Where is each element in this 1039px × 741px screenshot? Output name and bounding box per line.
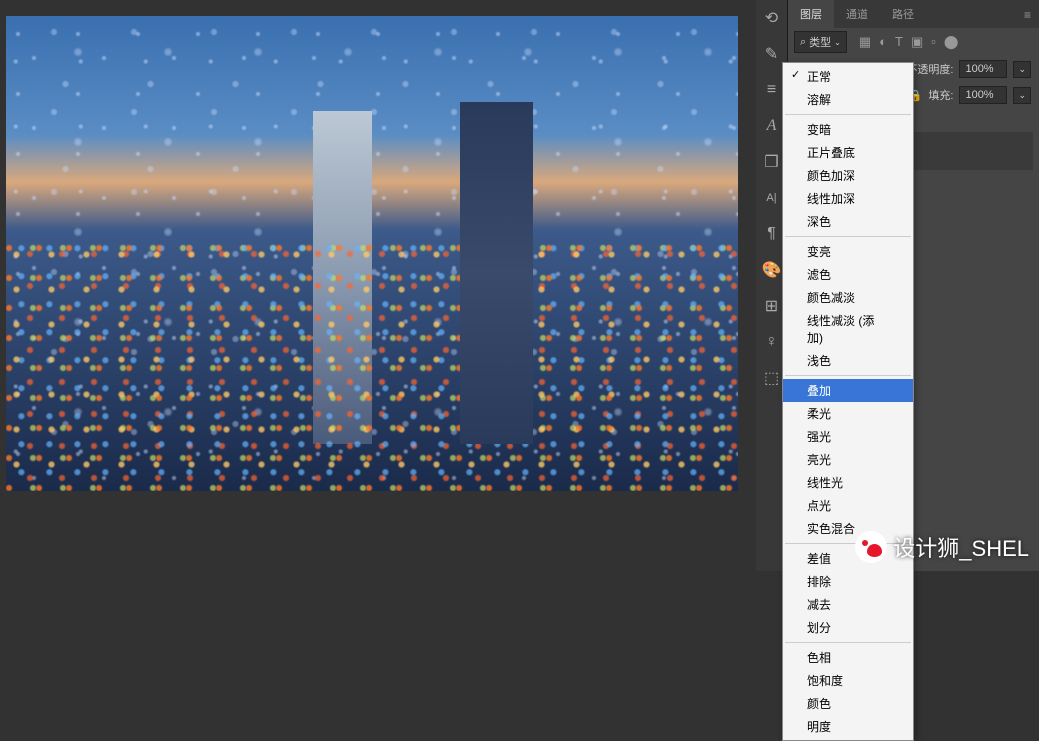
blend-mode-item[interactable]: 颜色 bbox=[783, 692, 913, 715]
filter-adjust-icon[interactable]: ◐ bbox=[879, 34, 887, 50]
weibo-icon bbox=[855, 531, 887, 563]
opacity-input[interactable]: 100% bbox=[959, 60, 1007, 78]
blend-separator bbox=[785, 236, 911, 237]
filter-type-icon[interactable]: T bbox=[895, 34, 903, 50]
blend-mode-item[interactable]: 明度 bbox=[783, 715, 913, 738]
tab-channels[interactable]: 通道 bbox=[834, 0, 880, 28]
history-icon[interactable]: ⟲ bbox=[758, 4, 786, 32]
blend-mode-item[interactable]: 溶解 bbox=[783, 88, 913, 111]
blend-mode-item[interactable]: 饱和度 bbox=[783, 669, 913, 692]
filter-shape-icon[interactable]: ▣ bbox=[911, 34, 923, 50]
blend-mode-item[interactable]: 线性减淡 (添加) bbox=[783, 309, 913, 349]
chevron-down-icon: ⌄ bbox=[834, 38, 841, 47]
filter-type-icons: ▦ ◐ T ▣ ▫ ⬤ bbox=[859, 34, 959, 50]
blend-mode-item[interactable]: 叠加 bbox=[783, 379, 913, 402]
blend-mode-item[interactable]: 排除 bbox=[783, 570, 913, 593]
blend-separator bbox=[785, 642, 911, 643]
filter-toggle-icon[interactable]: ⬤ bbox=[944, 34, 959, 50]
blend-mode-item[interactable]: 色相 bbox=[783, 646, 913, 669]
blend-mode-item[interactable]: 变暗 bbox=[783, 118, 913, 141]
blend-mode-item[interactable]: 点光 bbox=[783, 494, 913, 517]
blend-mode-item[interactable]: 正片叠底 bbox=[783, 141, 913, 164]
tab-paths[interactable]: 路径 bbox=[880, 0, 926, 28]
blend-separator bbox=[785, 375, 911, 376]
panel-menu-icon[interactable]: ≡ bbox=[1016, 2, 1039, 28]
blend-mode-item[interactable]: 滤色 bbox=[783, 263, 913, 286]
layer-filter-row: ⌕ 类型 ⌄ ▦ ◐ T ▣ ▫ ⬤ bbox=[788, 28, 1039, 56]
watermark-text: 设计狮_SHEL bbox=[893, 531, 1029, 563]
document-image bbox=[6, 16, 738, 491]
filter-kind-label: 类型 bbox=[809, 34, 831, 50]
blend-mode-item[interactable]: 线性光 bbox=[783, 471, 913, 494]
blend-mode-dropdown[interactable]: 正常溶解变暗正片叠底颜色加深线性加深深色变亮滤色颜色减淡线性减淡 (添加)浅色叠… bbox=[782, 62, 914, 741]
fill-chevron-icon[interactable]: ⌄ bbox=[1013, 87, 1031, 104]
panel-tab-bar: 图层 通道 路径 ≡ bbox=[788, 0, 1039, 28]
blend-mode-item[interactable]: 强光 bbox=[783, 425, 913, 448]
blend-mode-item[interactable]: 线性加深 bbox=[783, 187, 913, 210]
fill-label: 填充: bbox=[928, 87, 953, 103]
city-lights-overlay bbox=[6, 230, 738, 491]
blend-mode-item[interactable]: 颜色减淡 bbox=[783, 286, 913, 309]
search-icon: ⌕ bbox=[800, 36, 806, 49]
blend-mode-item[interactable]: 正常 bbox=[783, 65, 913, 88]
blend-mode-item[interactable]: 变亮 bbox=[783, 240, 913, 263]
blend-separator bbox=[785, 114, 911, 115]
fill-input[interactable]: 100% bbox=[959, 86, 1007, 104]
filter-smart-icon[interactable]: ▫ bbox=[931, 34, 936, 50]
tab-layers[interactable]: 图层 bbox=[788, 0, 834, 28]
canvas-viewport[interactable] bbox=[6, 16, 738, 491]
blend-mode-item[interactable]: 深色 bbox=[783, 210, 913, 233]
blend-mode-item[interactable]: 减去 bbox=[783, 593, 913, 616]
filter-pixel-icon[interactable]: ▦ bbox=[859, 34, 871, 50]
blend-mode-item[interactable]: 划分 bbox=[783, 616, 913, 639]
filter-kind-dropdown[interactable]: ⌕ 类型 ⌄ bbox=[794, 31, 847, 53]
blend-mode-item[interactable]: 颜色加深 bbox=[783, 164, 913, 187]
blend-mode-item[interactable]: 浅色 bbox=[783, 349, 913, 372]
blend-mode-item[interactable]: 柔光 bbox=[783, 402, 913, 425]
blend-mode-item[interactable]: 亮光 bbox=[783, 448, 913, 471]
opacity-chevron-icon[interactable]: ⌄ bbox=[1013, 61, 1031, 78]
watermark: 设计狮_SHEL bbox=[855, 531, 1029, 563]
